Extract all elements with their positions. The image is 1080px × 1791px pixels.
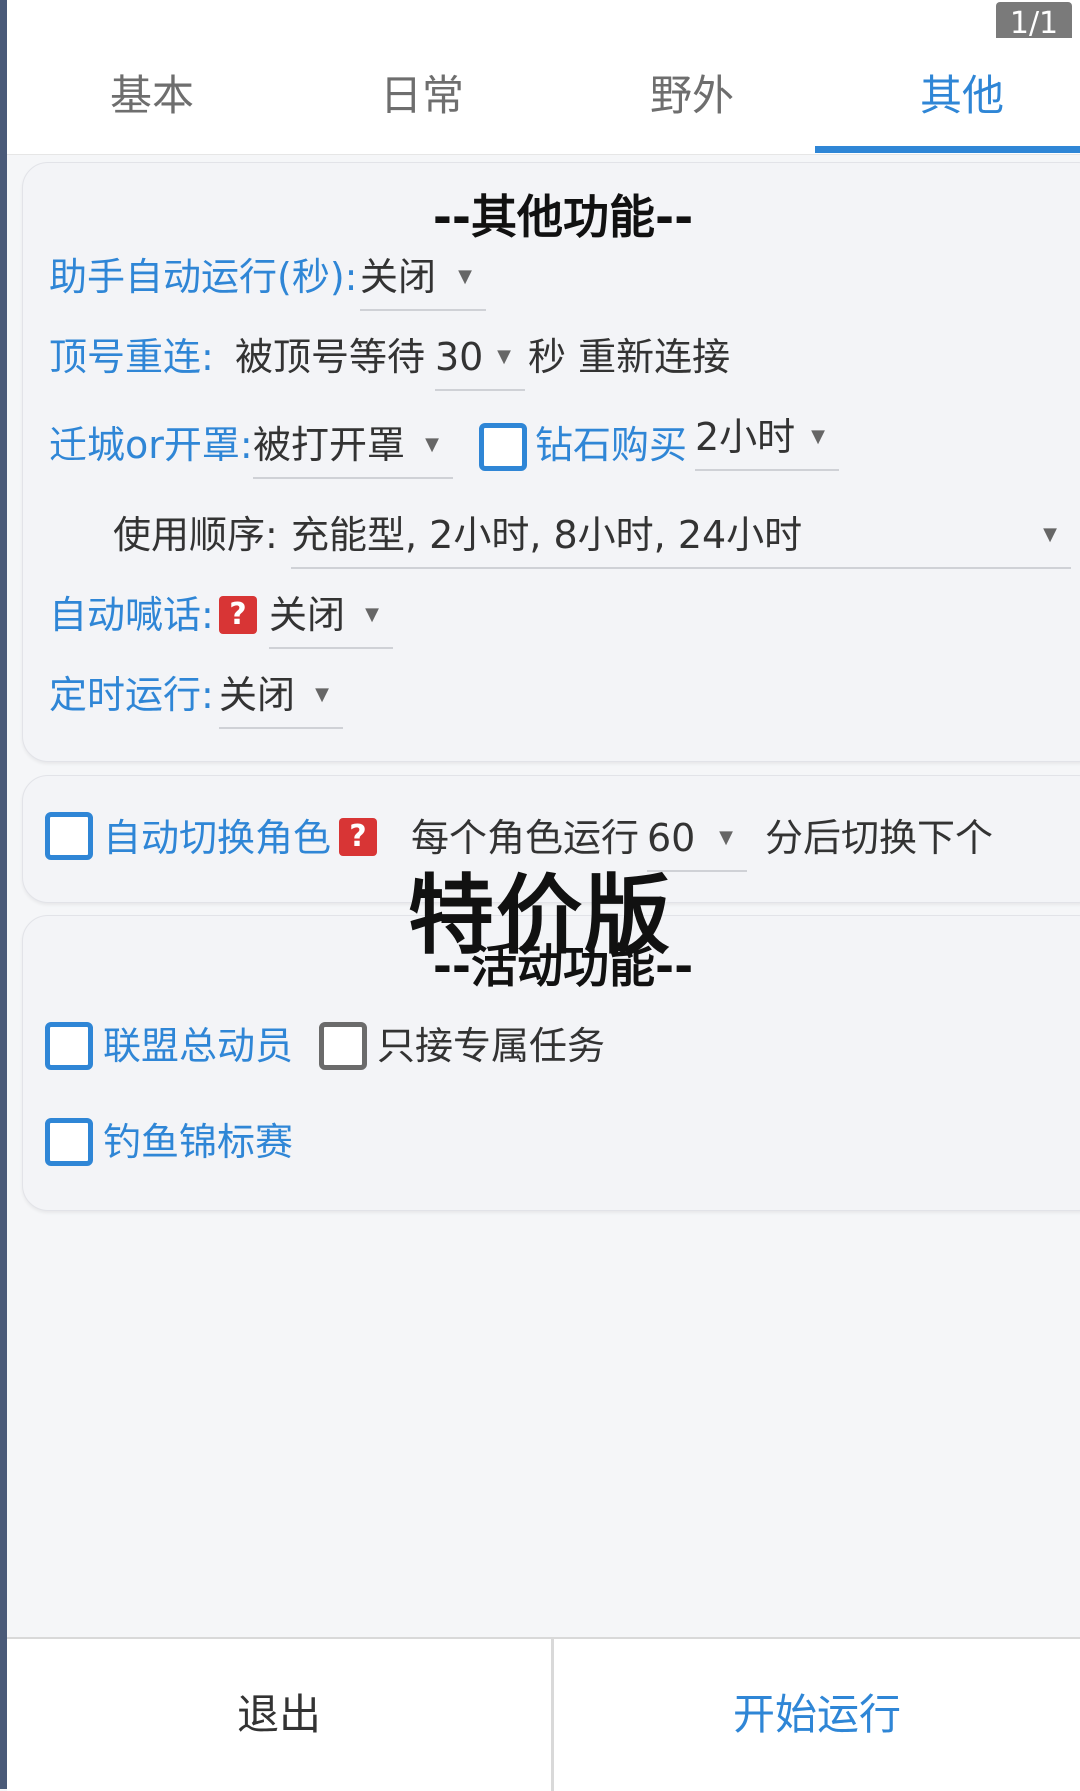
tab-bar: 基本 日常 野外 其他	[7, 38, 1080, 155]
relocate-dropdown[interactable]: 被打开罩 ▼	[253, 413, 453, 479]
reconnect-suffix: 秒 重新连接	[528, 335, 731, 379]
diamond-buy-dropdown[interactable]: 2小时 ▼	[695, 405, 839, 471]
active-tab-indicator	[815, 146, 1080, 153]
dropdown-arrow-icon: ▼	[497, 346, 511, 367]
other-functions-card: --其他功能-- 助手自动运行(秒): 关闭 ▼ 顶号重连: 被顶号等待 30 …	[22, 162, 1080, 762]
use-order-value: 充能型, 2小时, 8小时, 24小时	[291, 513, 803, 557]
dropdown-arrow-icon: ▼	[315, 684, 329, 705]
use-order-label: 使用顺序:	[113, 513, 278, 557]
relocate-value: 被打开罩	[253, 423, 406, 467]
dropdown-arrow-icon: ▼	[458, 266, 472, 287]
tab-field[interactable]: 野外	[557, 38, 827, 154]
auto-run-label: 助手自动运行(秒):	[49, 255, 358, 299]
timer-run-dropdown[interactable]: 关闭 ▼	[219, 663, 343, 729]
dropdown-arrow-icon: ▼	[425, 434, 439, 455]
other-section-title: --其他功能--	[432, 190, 694, 244]
timer-run-label: 定时运行:	[49, 673, 214, 717]
fishing-tournament-label: 钓鱼锦标赛	[103, 1120, 294, 1164]
reconnect-wait-value: 30	[435, 335, 484, 379]
diamond-buy-label: 钻石购买	[535, 423, 688, 467]
auto-run-value: 关闭	[360, 255, 437, 299]
exclusive-tasks-label: 只接专属任务	[377, 1024, 606, 1068]
auto-shout-label: 自动喊话:	[49, 593, 214, 637]
reconnect-prefix: 被顶号等待	[235, 335, 426, 379]
auto-run-dropdown[interactable]: 关闭 ▼	[360, 245, 486, 311]
dropdown-arrow-icon: ▼	[811, 426, 825, 447]
tab-basic[interactable]: 基本	[17, 38, 287, 154]
reconnect-label: 顶号重连:	[49, 335, 214, 379]
diamond-buy-value: 2小时	[695, 415, 796, 459]
dropdown-arrow-icon: ▼	[365, 604, 379, 625]
exclusive-tasks-checkbox[interactable]	[319, 1022, 367, 1070]
diamond-buy-checkbox[interactable]	[479, 423, 527, 471]
alliance-mobilization-checkbox[interactable]	[45, 1022, 93, 1070]
tab-other[interactable]: 其他	[827, 38, 1080, 154]
tab-daily[interactable]: 日常	[287, 38, 557, 154]
help-icon[interactable]: ?	[219, 596, 257, 634]
fishing-tournament-checkbox[interactable]	[45, 1118, 93, 1166]
bottom-action-bar: 退出 开始运行	[7, 1637, 1080, 1791]
start-run-button[interactable]: 开始运行	[554, 1639, 1080, 1791]
alliance-mobilization-label: 联盟总动员	[103, 1024, 294, 1068]
exit-button[interactable]: 退出	[7, 1639, 551, 1791]
auto-shout-value: 关闭	[269, 593, 346, 637]
use-order-dropdown[interactable]: 充能型, 2小时, 8小时, 24小时 ▼	[291, 503, 1071, 569]
watermark-text: 特价版	[408, 866, 672, 966]
dropdown-arrow-icon: ▼	[1043, 524, 1057, 545]
timer-run-value: 关闭	[219, 673, 296, 717]
auto-shout-dropdown[interactable]: 关闭 ▼	[269, 583, 393, 649]
relocate-label: 迁城or开罩:	[49, 423, 253, 467]
reconnect-wait-dropdown[interactable]: 30 ▼	[435, 325, 525, 391]
status-bar	[7, 0, 1080, 38]
